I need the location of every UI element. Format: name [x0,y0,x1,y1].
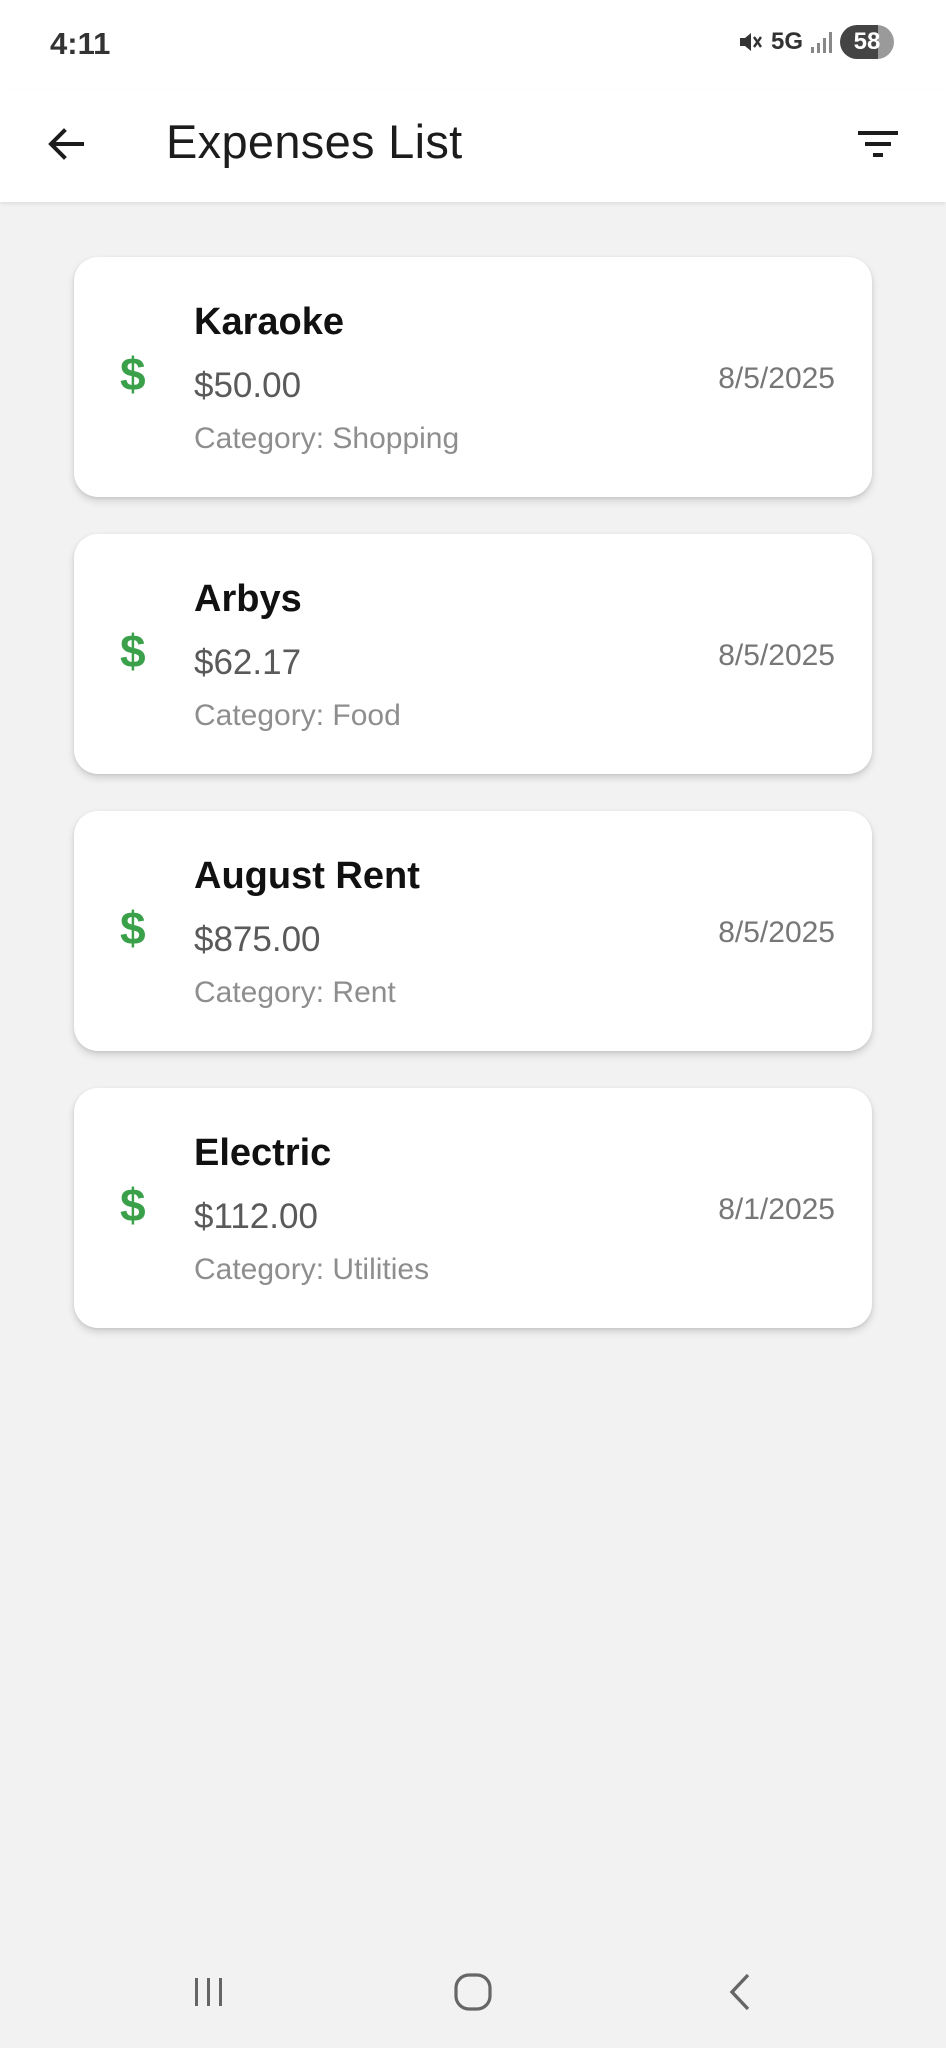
expense-amount: $875.00 [194,920,321,959]
recents-icon [195,1978,222,2006]
expense-amount: $62.17 [194,643,302,682]
status-bar: 4:11 5G 58 [0,0,946,90]
expense-category: Category: Food [194,699,401,732]
app-bar: Expenses List [0,90,946,202]
expense-name: Karaoke [194,301,344,343]
expense-category: Category: Rent [194,976,396,1009]
status-time: 4:11 [50,26,111,61]
dollar-icon: $ [120,348,146,400]
expense-card[interactable]: $ August Rent $875.00 Category: Rent 8/5… [74,811,872,1051]
home-button[interactable] [438,1962,508,2022]
network-label: 5G [770,28,803,55]
status-indicators: 5G 58 [737,25,894,59]
expense-category: Category: Utilities [194,1253,430,1286]
signal-icon [811,31,832,53]
nav-back-button[interactable] [705,1962,775,2022]
expense-amount: $50.00 [194,366,302,405]
expense-date: 8/1/2025 [718,1193,835,1226]
expense-card[interactable]: $ Electric $112.00 Category: Utilities 8… [74,1088,872,1328]
dollar-icon: $ [120,625,146,677]
filter-button[interactable] [848,116,908,172]
recents-button[interactable] [174,1962,244,2022]
back-button[interactable] [38,116,94,172]
mute-icon [737,29,763,55]
expense-name: Arbys [194,578,302,620]
expense-amount: $112.00 [194,1197,318,1236]
expense-category: Category: Shopping [194,422,460,455]
dollar-icon: $ [120,902,146,954]
expense-card[interactable]: $ Arbys $62.17 Category: Food 8/5/2025 [74,534,872,774]
arrow-left-icon [48,128,84,160]
filter-icon [858,131,898,157]
page-title: Expenses List [166,115,463,168]
home-icon [454,1973,492,2011]
expense-date: 8/5/2025 [718,916,835,949]
expense-name: Electric [194,1132,332,1174]
chevron-left-icon [729,1973,750,2011]
expense-name: August Rent [194,855,420,897]
expense-card[interactable]: $ Karaoke $50.00 Category: Shopping 8/5/… [74,257,872,497]
expense-date: 8/5/2025 [718,639,835,672]
system-nav-bar [0,1940,946,2048]
battery-badge: 58 [840,25,894,59]
expense-list: $ Karaoke $50.00 Category: Shopping 8/5/… [74,257,872,1365]
dollar-icon: $ [120,1179,146,1231]
expense-date: 8/5/2025 [718,362,835,395]
